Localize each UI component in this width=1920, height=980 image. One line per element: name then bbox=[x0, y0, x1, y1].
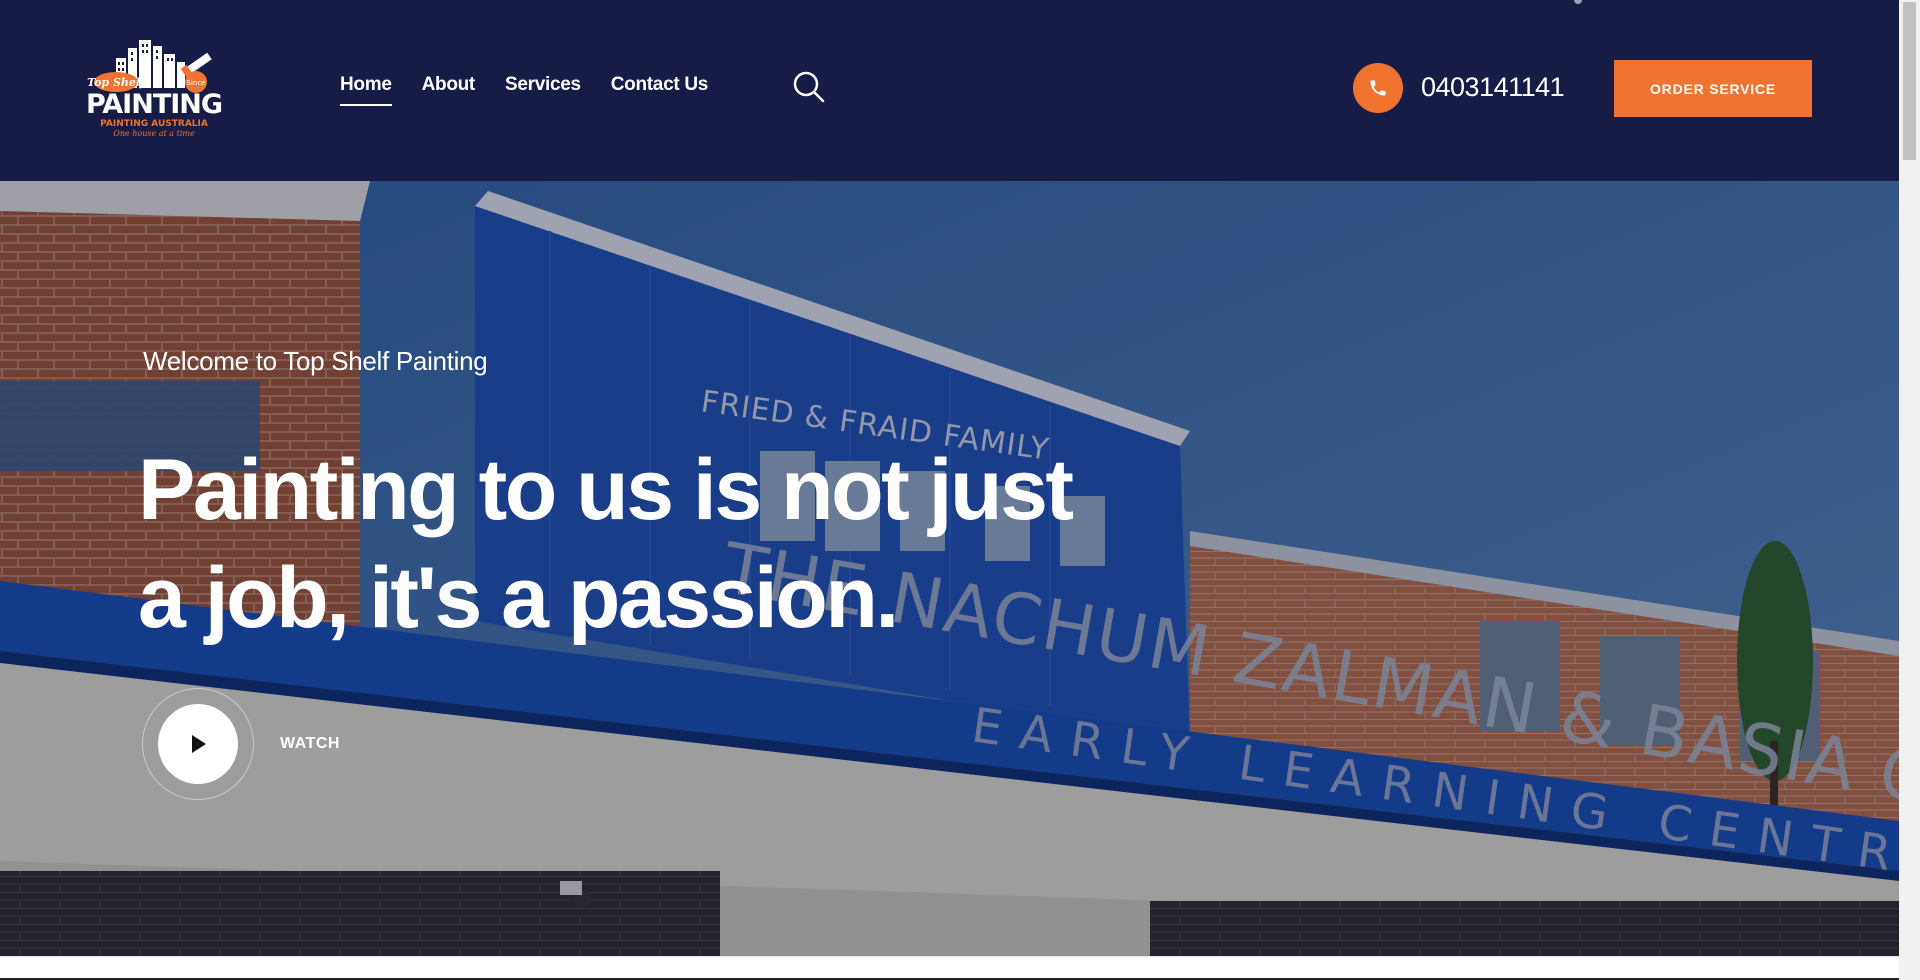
phone-number-link[interactable]: 0403141141 bbox=[1421, 72, 1565, 103]
svg-text:PAINTING AUSTRALIA: PAINTING AUSTRALIA bbox=[100, 119, 208, 129]
svg-text:PAINTING: PAINTING bbox=[86, 89, 222, 120]
phone-icon[interactable] bbox=[1353, 63, 1403, 113]
scrollbar-thumb[interactable] bbox=[1903, 2, 1916, 160]
svg-text:Top Shelf: Top Shelf bbox=[87, 76, 147, 89]
hero-headline: Painting to us is not just a job, it's a… bbox=[138, 442, 1074, 646]
play-button[interactable] bbox=[158, 704, 238, 784]
page-bottom-edge bbox=[0, 956, 1899, 980]
watch-video-button[interactable]: WATCH bbox=[142, 688, 340, 800]
main-nav: Home About Services Contact Us bbox=[340, 74, 708, 106]
logo-graphic: Top Shelf Since PAINTING PAINTING AUSTRA… bbox=[86, 40, 222, 138]
play-icon bbox=[192, 735, 206, 753]
page: Top Shelf Since PAINTING PAINTING AUSTRA… bbox=[0, 0, 1899, 980]
order-service-button[interactable]: ORDER SERVICE bbox=[1614, 60, 1812, 117]
site-logo[interactable]: Top Shelf Since PAINTING PAINTING AUSTRA… bbox=[86, 36, 222, 142]
svg-text:Since: Since bbox=[187, 79, 206, 87]
nav-services[interactable]: Services bbox=[505, 74, 581, 106]
site-header: Top Shelf Since PAINTING PAINTING AUSTRA… bbox=[0, 0, 1899, 181]
nav-about[interactable]: About bbox=[422, 74, 476, 106]
hero-eyebrow: Welcome to Top Shelf Painting bbox=[143, 346, 488, 376]
watch-ring bbox=[142, 688, 254, 800]
header-decoration-dot bbox=[1574, 0, 1582, 4]
svg-text:One house at a time: One house at a time bbox=[113, 129, 195, 138]
vertical-scrollbar[interactable] bbox=[1899, 0, 1920, 980]
watch-label: WATCH bbox=[280, 735, 340, 752]
hero-section: FRIED & FRAID FAMILY THE NACHUM ZALMAN &… bbox=[0, 181, 1899, 956]
nav-contact-us[interactable]: Contact Us bbox=[611, 74, 709, 106]
search-icon[interactable] bbox=[792, 70, 826, 104]
nav-home[interactable]: Home bbox=[340, 74, 392, 106]
